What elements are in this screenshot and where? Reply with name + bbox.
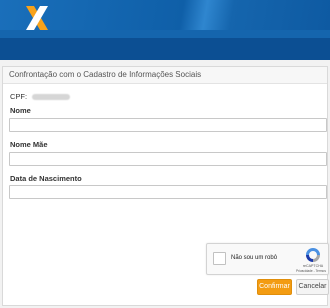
recaptcha-widget: Não sou um robô reCAPTCHA Privacidade - … [206, 243, 329, 275]
data-nascimento-label: Data de Nascimento [10, 174, 82, 183]
site-header [0, 0, 330, 38]
cpf-label: CPF: [10, 92, 28, 101]
nome-input[interactable] [9, 118, 327, 132]
recaptcha-icon [306, 248, 320, 262]
recaptcha-label: Não sou um robô [231, 255, 278, 261]
nome-mae-label: Nome Mãe [10, 140, 48, 149]
recaptcha-links[interactable]: Privacidade - Termos [293, 269, 329, 273]
recaptcha-brand: reCAPTCHA [302, 264, 324, 268]
cpf-value-redacted [32, 94, 71, 101]
recaptcha-checkbox[interactable] [213, 252, 226, 265]
navigation-bar [0, 38, 330, 60]
cancel-button[interactable]: Cancelar [296, 279, 329, 295]
cpf-line: CPF: [10, 92, 71, 101]
cnis-form-panel: Confrontação com o Cadastro de Informaçõ… [2, 66, 329, 306]
data-nascimento-input[interactable] [9, 185, 327, 199]
panel-title: Confrontação com o Cadastro de Informaçõ… [3, 67, 327, 84]
caixa-logo-icon[interactable] [24, 6, 50, 30]
confirm-button[interactable]: Confirmar [257, 279, 292, 295]
nome-label: Nome [10, 106, 31, 115]
nome-mae-input[interactable] [9, 152, 327, 166]
